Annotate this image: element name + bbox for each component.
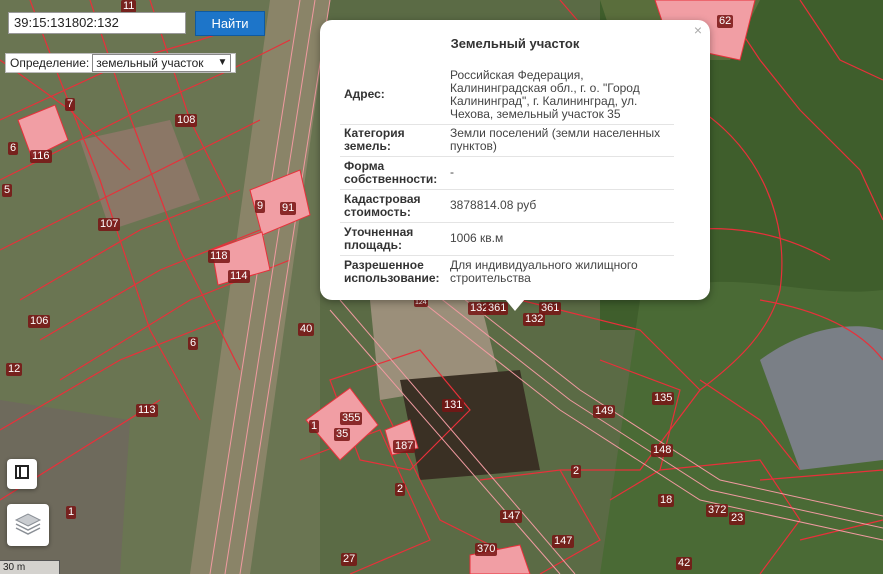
parcel-label[interactable]: 118	[208, 250, 230, 263]
parcel-label[interactable]: 113	[136, 404, 158, 417]
parcel-label[interactable]: 7	[65, 98, 76, 111]
parcel-label[interactable]: 135	[652, 392, 675, 405]
table-row: Разрешенное использование: Для индивидуа…	[340, 255, 674, 288]
map-scale: 30 m	[0, 560, 60, 574]
attribute-key: Категория земель:	[340, 124, 446, 157]
attribute-value: 3878814.08 руб	[446, 189, 674, 223]
search-button[interactable]: Найти	[195, 11, 265, 36]
layers-icon	[14, 510, 42, 541]
parcel-label[interactable]: 6	[188, 337, 199, 350]
parcel-label[interactable]: 91	[280, 202, 297, 215]
parcel-label[interactable]: 5	[2, 184, 13, 197]
parcel-label[interactable]: 1	[66, 506, 77, 519]
parcel-label[interactable]: 62	[717, 15, 734, 28]
popup-title: Земельный участок	[450, 36, 580, 51]
table-row: Адрес: Российская Федерация, Калининград…	[340, 66, 674, 125]
parcel-label[interactable]: 131	[442, 399, 465, 412]
parcel-label[interactable]: 116	[30, 150, 52, 163]
cadastral-search-input[interactable]: 39:15:131802:132	[8, 12, 186, 34]
table-row: Уточненная площадь: 1006 кв.м	[340, 222, 674, 256]
attribute-value: -	[446, 156, 674, 190]
parcel-label[interactable]: 106	[28, 315, 51, 328]
parcel-label[interactable]: 42	[676, 557, 693, 570]
parcel-label[interactable]: 107	[98, 218, 121, 231]
chevron-down-icon: ▼	[217, 57, 228, 68]
parcel-label[interactable]: 372	[706, 504, 729, 517]
popup-pointer	[505, 299, 525, 311]
parcel-label[interactable]: 108	[175, 114, 198, 127]
attribute-value: 1006 кв.м	[446, 222, 674, 256]
parcel-label[interactable]: 147	[552, 535, 575, 548]
definition-control: Определение: земельный участок ▼	[5, 53, 237, 73]
parcel-label[interactable]: 18	[658, 494, 675, 507]
attribute-key: Кадастровая стоимость:	[340, 189, 446, 223]
parcel-label[interactable]: 27	[341, 553, 358, 566]
attribute-value: Земли поселений (земли населенных пункто…	[446, 124, 674, 157]
parcel-info-popup: × Земельный участок Адрес: Российская Фе…	[320, 20, 710, 300]
popup-content[interactable]: Адрес: Российская Федерация, Калининград…	[340, 66, 690, 288]
parcel-label[interactable]: 35	[334, 428, 351, 441]
parcel-label[interactable]: 147	[500, 510, 523, 523]
parcel-label[interactable]: 6	[8, 142, 19, 155]
parcel-label[interactable]: 148	[651, 444, 674, 457]
parcel-label[interactable]: 2	[571, 465, 582, 478]
attribute-key: Форма собственности:	[340, 156, 446, 190]
attribute-value: Российская Федерация, Калининградская об…	[446, 66, 674, 125]
attribute-value: Для индивидуального жилищного строительс…	[446, 255, 674, 288]
attribute-key: Разрешенное использование:	[340, 255, 446, 288]
attribute-key: Адрес:	[340, 66, 446, 125]
parcel-label[interactable]: 9	[255, 200, 266, 213]
parcel-label[interactable]: 23	[729, 512, 746, 525]
parcel-label[interactable]: 114	[228, 270, 250, 283]
layers-button[interactable]	[7, 504, 49, 546]
attribute-key: Уточненная площадь:	[340, 222, 446, 256]
definition-label: Определение:	[10, 56, 90, 70]
parcel-label[interactable]: 149	[593, 405, 616, 418]
parcel-label[interactable]: 187	[393, 440, 416, 453]
parcel-label[interactable]: 132	[523, 313, 546, 326]
parcel-label[interactable]: 40	[298, 323, 315, 336]
table-row: Кадастровая стоимость: 3878814.08 руб	[340, 189, 674, 223]
legend-icon	[14, 464, 30, 485]
table-row: Категория земель: Земли поселений (земли…	[340, 124, 674, 157]
table-row: Форма собственности: -	[340, 156, 674, 190]
parcel-label[interactable]: 2	[395, 483, 406, 496]
parcel-attributes-table: Адрес: Российская Федерация, Калининград…	[340, 66, 674, 288]
parcel-label[interactable]: 370	[475, 543, 498, 556]
definition-selected-value: земельный участок	[96, 56, 204, 70]
legend-button[interactable]	[7, 459, 37, 489]
parcel-label[interactable]: 355	[340, 412, 363, 425]
parcel-label[interactable]: 1	[309, 420, 320, 433]
definition-select[interactable]: земельный участок ▼	[92, 54, 232, 72]
parcel-label[interactable]: 12	[6, 363, 23, 376]
